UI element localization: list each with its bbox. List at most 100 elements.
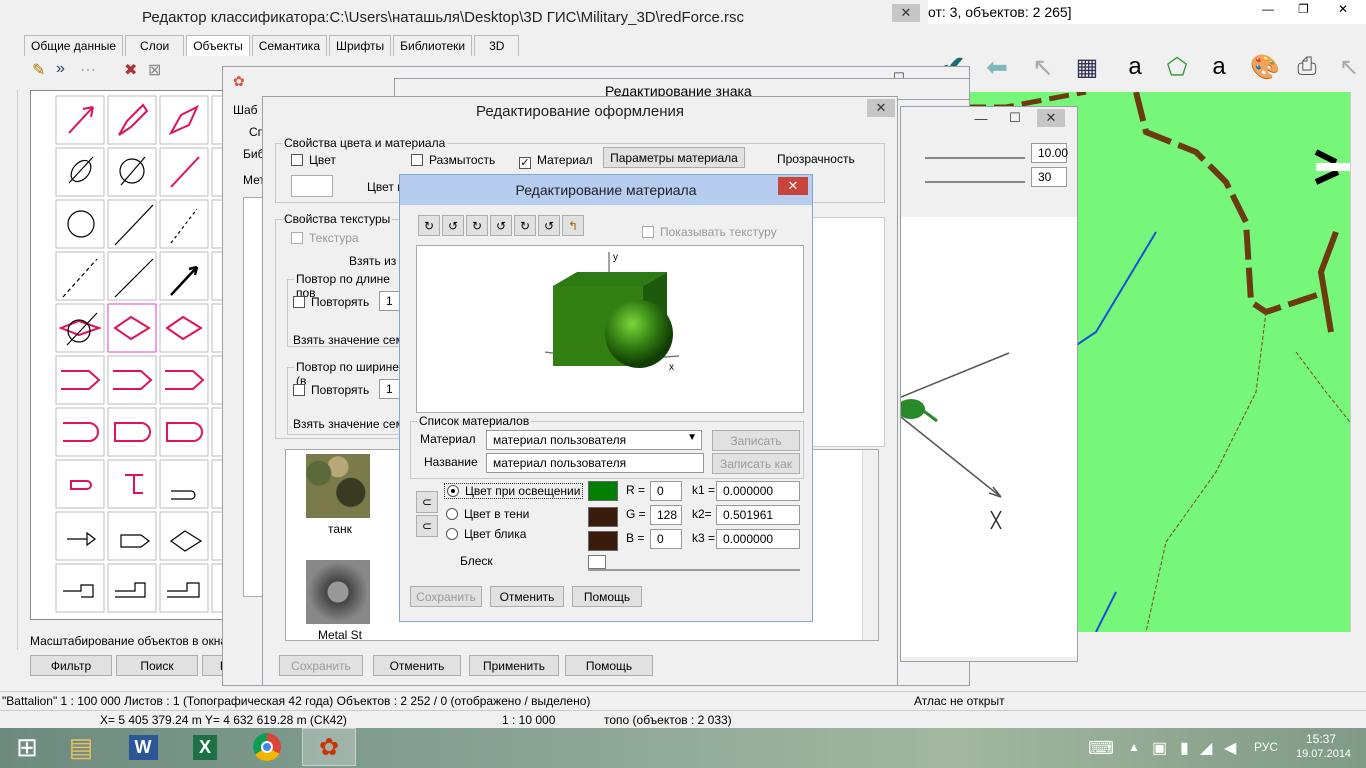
rotate-y-minus-icon[interactable]: ↻ <box>466 215 488 236</box>
material-params-button[interactable]: Параметры материала <box>603 147 745 168</box>
material-select[interactable]: материал пользователя ▼ <box>486 430 702 450</box>
network-icon[interactable]: ▣ <box>1152 738 1167 758</box>
undo-rotate-icon[interactable]: ↰ <box>562 215 584 236</box>
tab-layers[interactable]: Слои <box>125 35 185 56</box>
tab-libraries[interactable]: Библиотеки <box>393 35 473 56</box>
keyboard-icon[interactable]: ⌨ <box>1088 738 1114 759</box>
shine-slider-thumb[interactable] <box>588 555 606 569</box>
show-texture-check[interactable]: Показывать текстуру <box>642 225 777 239</box>
color-check[interactable]: Цвет <box>291 153 336 167</box>
map-scrollbar[interactable] <box>1350 92 1366 632</box>
light-color-swatch[interactable] <box>588 481 618 501</box>
search-button[interactable]: Поиск <box>116 655 198 676</box>
copy-up-icon[interactable]: ⊂ <box>416 491 438 513</box>
rotate-x-minus-icon[interactable]: ↻ <box>418 215 440 236</box>
material-help-button[interactable]: Помощь <box>572 586 642 607</box>
polygon-tool-icon[interactable]: ⬠ <box>1158 48 1196 86</box>
cross-tools-icon[interactable]: ✖ <box>124 60 137 80</box>
tab-objects[interactable]: Объекты <box>186 35 250 56</box>
glare-color-swatch[interactable] <box>588 531 618 551</box>
shade-color-swatch[interactable] <box>588 507 618 527</box>
battery-icon[interactable]: ▮ <box>1180 738 1189 758</box>
clock-date[interactable]: 19.07.2014 <box>1296 748 1351 760</box>
view-close[interactable]: ✕ <box>1037 109 1065 127</box>
rotate-x-plus-icon[interactable]: ↺ <box>442 215 464 236</box>
design-help-button[interactable]: Помощь <box>565 655 653 676</box>
tab-3d[interactable]: 3D <box>474 35 520 56</box>
k1-field[interactable]: 0.000000 <box>716 481 800 501</box>
blur-check[interactable]: Размытость <box>411 153 495 167</box>
slider-b[interactable] <box>925 171 1025 183</box>
tray-chevron-icon[interactable]: ▲ <box>1128 740 1140 754</box>
word-taskbar-icon[interactable]: W <box>116 728 170 766</box>
g-field[interactable]: 128 <box>650 505 682 525</box>
rotate-y-plus-icon[interactable]: ↺ <box>490 215 512 236</box>
k3-field[interactable]: 0.000000 <box>716 529 800 549</box>
material-save-button[interactable]: Сохранить <box>410 586 482 607</box>
design-cancel-button[interactable]: Отменить <box>373 655 461 676</box>
arrow-left-tool-icon[interactable]: ⬅ <box>978 48 1016 86</box>
grid-icon[interactable]: ⋯ <box>80 60 96 80</box>
text-edit-tool-icon[interactable]: a <box>1200 48 1238 86</box>
rotate-z-minus-icon[interactable]: ↻ <box>514 215 536 236</box>
write-as-button[interactable]: Записать как <box>712 453 800 474</box>
write-button[interactable]: Записать <box>712 430 800 451</box>
shine-slider[interactable] <box>588 555 800 571</box>
language-indicator[interactable]: РУС <box>1254 740 1278 754</box>
design-apply-button[interactable]: Применить <box>469 655 559 676</box>
material-cancel-button[interactable]: Отменить <box>490 586 564 607</box>
frame-icon[interactable]: ⊠ <box>148 60 161 80</box>
light-radio[interactable]: Цвет при освещении <box>444 483 584 499</box>
text-tool-icon[interactable]: a <box>1116 48 1154 86</box>
close-button[interactable]: ✕ <box>892 4 920 22</box>
close-icon[interactable]: ✕ <box>1338 2 1348 16</box>
table-tool-icon[interactable]: ▦ <box>1068 48 1106 86</box>
volume-icon[interactable]: ◀ <box>1224 738 1236 758</box>
tex-metal-image[interactable] <box>306 560 370 624</box>
signal-icon[interactable]: ◢ <box>1200 738 1212 758</box>
arrows-icon[interactable]: » <box>56 60 65 78</box>
gis-taskbar-icon[interactable]: ✿ <box>302 728 356 766</box>
printer-tool-icon[interactable]: ⎙ <box>1288 48 1326 86</box>
texture-list-scrollbar[interactable] <box>862 450 878 640</box>
name-field[interactable]: материал пользователя <box>486 453 704 473</box>
design-save-button[interactable]: Сохранить <box>279 655 363 676</box>
repeat-check-2[interactable]: Повторять <box>293 383 369 397</box>
r-field[interactable]: 0 <box>650 481 682 501</box>
palette-tool-icon[interactable]: 🎨 <box>1246 48 1284 86</box>
glare-radio[interactable]: Цвет блика <box>446 527 526 541</box>
shade-radio[interactable]: Цвет в тени <box>446 507 529 521</box>
excel-taskbar-icon[interactable]: X <box>178 728 232 766</box>
pen-icon[interactable]: ✎ <box>32 60 45 80</box>
tab-general[interactable]: Общие данные <box>24 35 124 56</box>
material-preview[interactable]: y x <box>416 245 804 413</box>
tex-camo-image[interactable] <box>306 454 370 518</box>
rotate-z-plus-icon[interactable]: ↺ <box>538 215 560 236</box>
cursor2-tool-icon[interactable]: ↖ <box>1330 48 1366 86</box>
design-close-button[interactable]: ✕ <box>867 99 895 117</box>
cursor-tool-icon[interactable]: ↖ <box>1024 48 1062 86</box>
b-field[interactable]: 0 <box>650 529 682 549</box>
view-max[interactable]: ☐ <box>1001 109 1029 127</box>
tab-fonts[interactable]: Шрифты <box>329 35 392 56</box>
explorer-taskbar-icon[interactable]: ▤ <box>54 728 108 766</box>
material-close-button[interactable]: ✕ <box>778 177 808 195</box>
chrome-taskbar-icon[interactable] <box>240 728 294 766</box>
texture-check[interactable]: Текстура <box>291 231 359 245</box>
slider-a[interactable] <box>925 147 1025 159</box>
material-check[interactable]: ✓ Материал <box>519 153 593 169</box>
scale-a-field[interactable]: 10.00 <box>1031 143 1068 163</box>
view-min[interactable]: — <box>967 109 995 127</box>
start-windows-icon[interactable]: ⊞ <box>0 728 54 766</box>
restore-icon[interactable]: ❐ <box>1298 2 1309 16</box>
repeat-check-1[interactable]: Повторять <box>293 295 369 309</box>
scale-b-field[interactable]: 30 <box>1031 167 1067 187</box>
minimize-icon[interactable]: — <box>1262 2 1274 16</box>
color-swatch[interactable] <box>291 175 333 197</box>
k2-field[interactable]: 0.501961 <box>716 505 800 525</box>
tab-semantics[interactable]: Семантика <box>251 35 327 56</box>
chevron-down-icon[interactable]: ▼ <box>687 432 697 443</box>
clock-time[interactable]: 15:37 <box>1306 732 1336 746</box>
filter-button[interactable]: Фильтр <box>30 655 112 676</box>
copy-down-icon[interactable]: ⊂ <box>416 515 438 537</box>
